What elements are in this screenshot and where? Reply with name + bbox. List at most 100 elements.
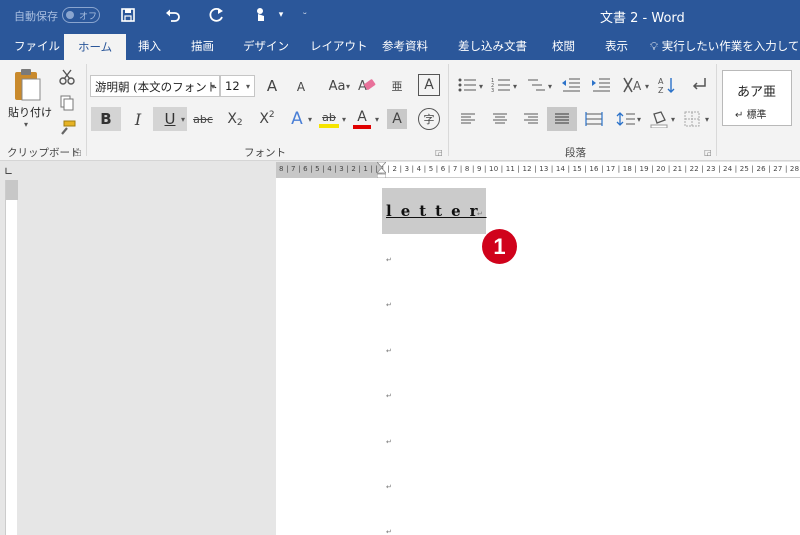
horizontal-ruler[interactable]: 8 | 7 | 6 | 5 | 4 | 3 | 2 | 1 | | 1 | 2 … (276, 162, 800, 178)
paragraph-mark: ↵ (386, 438, 392, 446)
text-effects-icon[interactable]: A (286, 107, 308, 131)
distributed-icon[interactable] (583, 107, 605, 131)
font-group-label: フォント (244, 147, 286, 159)
tab-design[interactable]: デザイン (243, 38, 289, 54)
indent-marker-icon[interactable] (377, 162, 386, 178)
show-formatting-icon[interactable] (688, 74, 710, 96)
sort-icon[interactable]: AZ (656, 74, 678, 96)
copy-icon[interactable] (57, 93, 77, 113)
subscript-button[interactable]: X2 (224, 107, 246, 131)
tab-view[interactable]: 表示 (605, 38, 628, 54)
font-name-dropdown-icon[interactable]: ▾ (211, 82, 215, 91)
toggle-knob (66, 11, 74, 19)
group-divider (716, 64, 717, 156)
numbering-icon[interactable]: 123 (490, 74, 512, 96)
subscript-mark: 2 (236, 118, 243, 128)
change-case-dropdown-icon[interactable]: ▾ (346, 82, 350, 91)
chevron-down-icon[interactable]: ▾ (270, 5, 292, 25)
align-center-icon[interactable] (489, 107, 511, 131)
heading-text[interactable]: letter (386, 202, 487, 220)
superscript-mark: 2 (268, 110, 275, 120)
cut-icon[interactable] (57, 67, 77, 87)
paragraph-mark: ↵ (386, 347, 392, 355)
bold-button[interactable]: B (91, 107, 121, 131)
highlight-label: ab (322, 110, 336, 124)
tab-review[interactable]: 校閲 (552, 38, 575, 54)
tab-selector-icon[interactable]: ∟ (4, 165, 13, 178)
dialog-launcher-icon[interactable]: ◲ (74, 148, 82, 157)
character-border-icon[interactable]: A (418, 74, 440, 96)
format-painter-icon[interactable] (57, 118, 77, 138)
tell-me-box[interactable]: 💡︎ 実行したい作業を入力してくだ (650, 38, 800, 54)
underline-dropdown-icon[interactable]: ▾ (181, 115, 185, 124)
increase-indent-icon[interactable] (590, 74, 612, 96)
font-color-dropdown-icon[interactable]: ▾ (375, 115, 379, 124)
borders-icon[interactable] (681, 107, 703, 131)
shrink-font-icon[interactable]: A (292, 77, 310, 97)
highlight-dropdown-icon[interactable]: ▾ (342, 115, 346, 124)
character-shading-icon[interactable]: A (387, 109, 407, 129)
clear-formatting-icon[interactable]: A (356, 74, 378, 96)
font-dialog-launcher-icon[interactable]: ◲ (435, 148, 443, 157)
paragraph-mark: ↵ (386, 301, 392, 309)
align-left-icon[interactable] (457, 107, 479, 131)
vertical-ruler-margin (6, 180, 18, 200)
text-effects-dropdown-icon[interactable]: ▾ (308, 115, 312, 124)
tab-draw[interactable]: 描画 (191, 38, 214, 54)
tab-insert[interactable]: 挿入 (138, 38, 161, 54)
tab-file[interactable]: ファイル (14, 38, 60, 54)
document-page[interactable]: letter ↵ ↵ ↵ ↵ ↵ ↵ ↵ ↵ 1 (276, 178, 800, 535)
shading-icon[interactable] (647, 107, 671, 131)
save-icon[interactable] (117, 5, 139, 25)
paragraph-mark: ↵ (386, 392, 392, 400)
tab-layout[interactable]: レイアウト (310, 38, 368, 54)
borders-dropdown-icon[interactable]: ▾ (705, 115, 709, 124)
bullets-icon[interactable] (456, 74, 478, 96)
document-title: 文書 2 - Word (600, 11, 685, 26)
shading-dropdown-icon[interactable]: ▾ (671, 115, 675, 124)
asian-layout-icon[interactable]: A (621, 74, 645, 96)
line-spacing-icon[interactable] (614, 107, 638, 131)
paste-dropdown-icon[interactable]: ▾ (24, 120, 28, 129)
numbering-dropdown-icon[interactable]: ▾ (513, 82, 517, 91)
style-sample: あア亜 (737, 85, 777, 100)
decrease-indent-icon[interactable] (560, 74, 582, 96)
word-window: 自動保存 オフ ▾ ᵕ 文書 2 - Word ファイル ホーム 挿入 描画 デ… (0, 0, 800, 535)
touch-mode-icon[interactable] (250, 5, 272, 25)
highlight-button[interactable]: ab (317, 107, 341, 131)
enclose-characters-icon[interactable]: 字 (418, 108, 440, 130)
font-color-label: A (357, 109, 367, 125)
paste-label[interactable]: 貼り付け (8, 104, 52, 120)
bullets-dropdown-icon[interactable]: ▾ (479, 82, 483, 91)
paragraph-dialog-launcher-icon[interactable]: ◲ (704, 148, 712, 157)
undo-icon[interactable] (162, 5, 184, 25)
grow-font-icon[interactable]: A (262, 75, 282, 97)
multilevel-list-icon[interactable] (525, 74, 547, 96)
align-right-icon[interactable] (520, 107, 542, 131)
clipboard-group-label: クリップボード (7, 147, 81, 159)
autosave-toggle[interactable]: オフ (62, 7, 100, 23)
multilevel-dropdown-icon[interactable]: ▾ (548, 82, 552, 91)
tab-references[interactable]: 参考資料 (382, 38, 428, 54)
asian-layout-dropdown-icon[interactable]: ▾ (645, 82, 649, 91)
tab-home[interactable]: ホーム (64, 34, 127, 60)
vertical-ruler[interactable] (5, 180, 18, 535)
paste-icon[interactable] (9, 66, 45, 102)
customize-qat-icon[interactable]: ᵕ (294, 5, 316, 25)
font-color-button[interactable]: A (351, 107, 373, 131)
superscript-button[interactable]: X2 (256, 107, 278, 131)
line-spacing-dropdown-icon[interactable]: ▾ (637, 115, 641, 124)
phonetic-guide-icon[interactable]: 亜 (386, 74, 408, 98)
justify-button[interactable] (547, 107, 577, 131)
font-name-box[interactable]: 游明朝 (本文のフォント - (90, 75, 220, 97)
style-normal-tile[interactable]: あア亜 ↵ 標準 (722, 70, 792, 126)
subscript-label: X (227, 111, 237, 127)
italic-button[interactable]: I (128, 107, 148, 131)
svg-text:A: A (633, 79, 642, 93)
tab-mailings[interactable]: 差し込み文書 (458, 38, 527, 54)
style-name-text: 標準 (746, 110, 767, 121)
strikethrough-button[interactable]: abc (191, 107, 215, 131)
paragraph-mark: ↵ (386, 256, 392, 264)
font-size-dropdown-icon[interactable]: ▾ (246, 82, 250, 91)
redo-icon[interactable] (206, 5, 228, 25)
